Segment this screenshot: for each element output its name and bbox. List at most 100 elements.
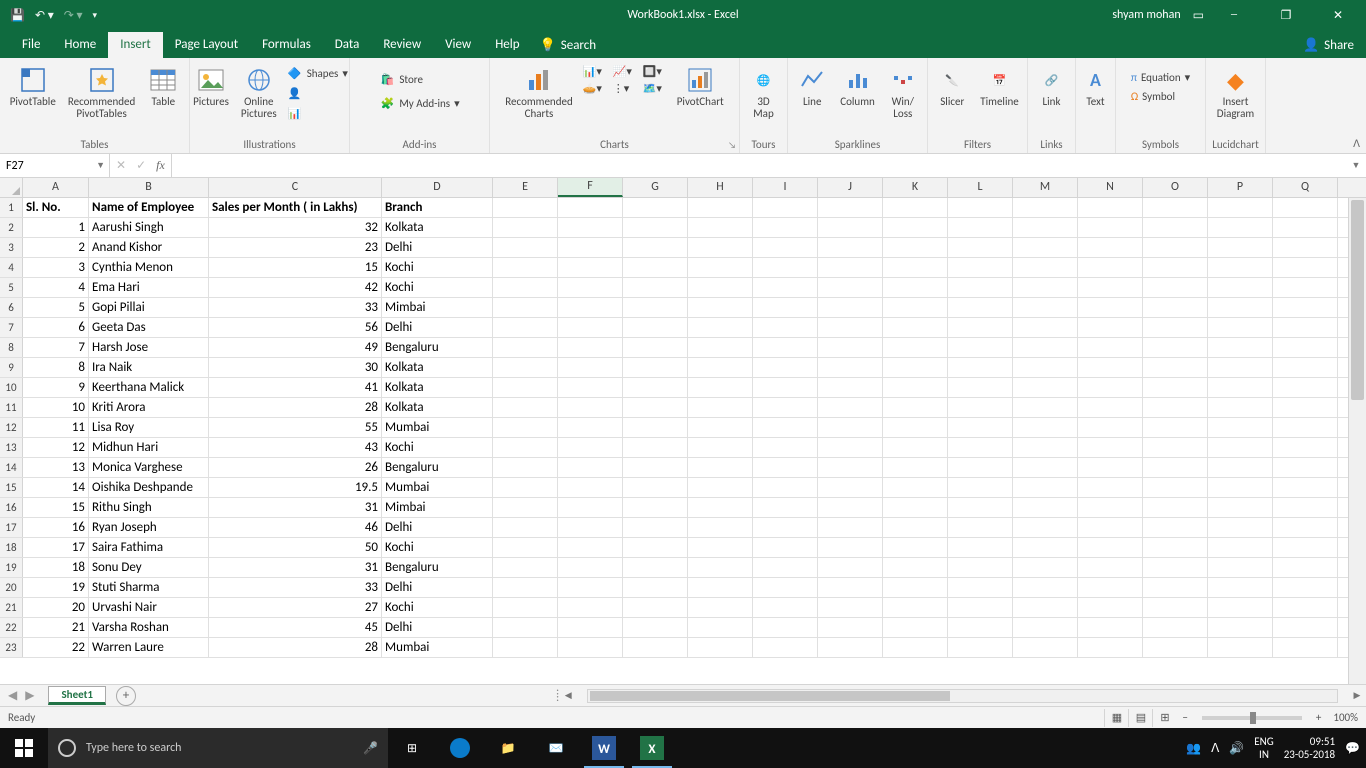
cell[interactable]: 17 xyxy=(23,538,89,557)
cell[interactable] xyxy=(1273,518,1338,537)
add-sheet-button[interactable]: + xyxy=(116,686,136,706)
clock[interactable]: 09:5123-05-2018 xyxy=(1284,735,1335,761)
cell[interactable] xyxy=(1013,298,1078,317)
row-header[interactable]: 18 xyxy=(0,538,23,557)
cell[interactable] xyxy=(753,338,818,357)
cell[interactable] xyxy=(948,198,1013,217)
cell[interactable] xyxy=(1143,518,1208,537)
cell[interactable]: Sonu Dey xyxy=(89,558,209,577)
cell[interactable] xyxy=(1013,398,1078,417)
tab-page-layout[interactable]: Page Layout xyxy=(163,32,250,58)
cell[interactable] xyxy=(558,458,623,477)
cell[interactable] xyxy=(623,458,688,477)
cell[interactable] xyxy=(1078,278,1143,297)
cell[interactable]: Cynthia Menon xyxy=(89,258,209,277)
cell[interactable]: 46 xyxy=(209,518,382,537)
cell[interactable] xyxy=(1273,318,1338,337)
cell[interactable] xyxy=(1143,498,1208,517)
cell[interactable] xyxy=(753,318,818,337)
cell[interactable] xyxy=(948,458,1013,477)
cell[interactable] xyxy=(688,278,753,297)
cell[interactable] xyxy=(558,218,623,237)
cell[interactable]: Varsha Roshan xyxy=(89,618,209,637)
cell[interactable] xyxy=(1078,638,1143,657)
page-break-view-icon[interactable]: ⊞ xyxy=(1152,709,1176,727)
cell[interactable] xyxy=(1208,338,1273,357)
account-icon[interactable]: ▭ xyxy=(1193,8,1204,23)
cell[interactable] xyxy=(883,638,948,657)
cell[interactable]: 13 xyxy=(23,458,89,477)
cell[interactable] xyxy=(948,298,1013,317)
cell[interactable] xyxy=(753,438,818,457)
cell[interactable] xyxy=(818,458,883,477)
cell[interactable] xyxy=(1013,498,1078,517)
cell[interactable] xyxy=(493,558,558,577)
close-button[interactable]: ✕ xyxy=(1316,0,1360,30)
cell[interactable] xyxy=(1273,438,1338,457)
cell[interactable] xyxy=(883,398,948,417)
cell[interactable] xyxy=(623,318,688,337)
cell[interactable] xyxy=(753,498,818,517)
cell[interactable] xyxy=(818,298,883,317)
cell[interactable] xyxy=(1078,358,1143,377)
pictures-button[interactable]: Pictures xyxy=(189,64,233,110)
cell[interactable] xyxy=(753,638,818,657)
pivottable-button[interactable]: PivotTable xyxy=(6,64,60,110)
cell[interactable]: Midhun Hari xyxy=(89,438,209,457)
expand-formula-icon[interactable]: ▼ xyxy=(1346,154,1366,177)
cell[interactable] xyxy=(623,598,688,617)
cell[interactable]: 6 xyxy=(23,318,89,337)
cell[interactable] xyxy=(818,258,883,277)
cell[interactable] xyxy=(753,358,818,377)
cell[interactable] xyxy=(623,338,688,357)
cell[interactable] xyxy=(493,638,558,657)
cell[interactable]: 19 xyxy=(23,578,89,597)
cell[interactable] xyxy=(623,558,688,577)
cell[interactable] xyxy=(1078,378,1143,397)
cell[interactable]: 15 xyxy=(209,258,382,277)
cell[interactable] xyxy=(493,318,558,337)
undo-icon[interactable]: ↶ ▾ xyxy=(35,8,54,23)
cell[interactable] xyxy=(493,358,558,377)
cell[interactable] xyxy=(623,258,688,277)
cell[interactable] xyxy=(623,238,688,257)
column-chart-button[interactable]: 📊▾ xyxy=(581,64,609,79)
cell[interactable]: 27 xyxy=(209,598,382,617)
cell[interactable] xyxy=(883,538,948,557)
cell[interactable]: Mumbai xyxy=(382,638,493,657)
task-view-icon[interactable]: ⊞ xyxy=(388,728,436,768)
cell[interactable] xyxy=(688,618,753,637)
cell[interactable] xyxy=(493,238,558,257)
column-header[interactable]: A xyxy=(23,178,89,197)
cell[interactable] xyxy=(688,418,753,437)
cell[interactable] xyxy=(688,558,753,577)
cell[interactable] xyxy=(688,578,753,597)
cell[interactable]: Oishika Deshpande xyxy=(89,478,209,497)
cell[interactable] xyxy=(623,298,688,317)
cell[interactable] xyxy=(753,218,818,237)
cell[interactable]: Ema Hari xyxy=(89,278,209,297)
cell[interactable] xyxy=(558,538,623,557)
cell[interactable]: 18 xyxy=(23,558,89,577)
cell[interactable] xyxy=(1143,258,1208,277)
cell[interactable] xyxy=(1078,398,1143,417)
cell[interactable]: Kochi xyxy=(382,278,493,297)
cell[interactable]: Kochi xyxy=(382,438,493,457)
cell[interactable] xyxy=(1078,198,1143,217)
cell[interactable]: 11 xyxy=(23,418,89,437)
cell[interactable] xyxy=(558,558,623,577)
pie-chart-button[interactable]: 🥧▾ xyxy=(581,81,609,96)
cell[interactable] xyxy=(1143,538,1208,557)
lucidchart-button[interactable]: ◆Insert Diagram xyxy=(1213,64,1258,122)
row-header[interactable]: 4 xyxy=(0,258,23,277)
cell[interactable] xyxy=(1273,338,1338,357)
cell[interactable] xyxy=(688,298,753,317)
cell[interactable] xyxy=(948,598,1013,617)
cell[interactable]: Lisa Roy xyxy=(89,418,209,437)
column-header[interactable]: B xyxy=(89,178,209,197)
zoom-out-icon[interactable]: − xyxy=(1176,711,1193,724)
cell[interactable] xyxy=(558,438,623,457)
cell[interactable] xyxy=(1273,378,1338,397)
cell[interactable] xyxy=(558,398,623,417)
cell[interactable]: Anand Kishor xyxy=(89,238,209,257)
